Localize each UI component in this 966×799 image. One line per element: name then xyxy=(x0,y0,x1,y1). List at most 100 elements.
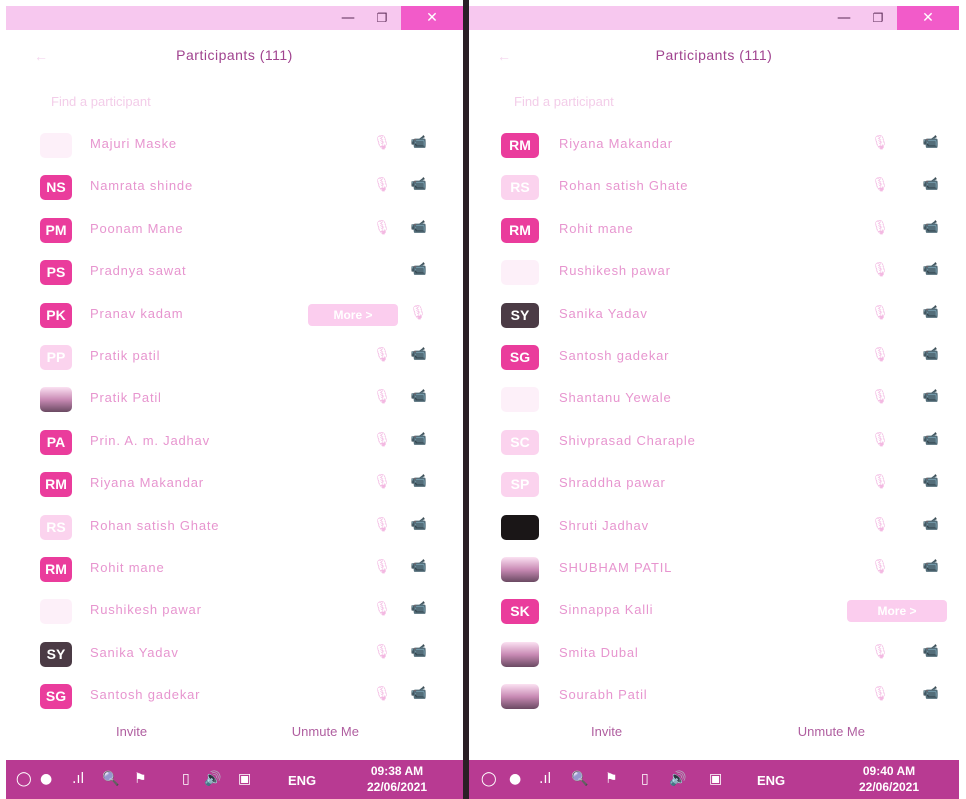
participant-row[interactable]: SG Santosh gadekar 🎙 📹 xyxy=(469,336,959,378)
volume-icon[interactable]: 🔊 xyxy=(204,771,221,787)
video-off-icon: 📹 xyxy=(410,643,427,659)
invite-button[interactable]: Invite xyxy=(591,724,622,739)
clock-date: 22/06/2021 xyxy=(366,780,428,794)
participant-row[interactable]: Pratik Patil 🎙 📹 xyxy=(6,378,463,420)
cortana-circle-icon[interactable]: ● xyxy=(40,771,52,787)
participant-row[interactable]: PP Pratik patil 🎙 📹 xyxy=(6,336,463,378)
muted-mic-icon: 🎙 xyxy=(871,347,889,363)
unmute-me-button[interactable]: Unmute Me xyxy=(292,724,359,739)
participants-panel-right: — ❐ ✕ ← Participants (111) Find a partic… xyxy=(469,6,959,758)
panel-title: Participants (111) xyxy=(655,47,773,63)
participant-row[interactable]: Rushikesh pawar 🎙 📹 xyxy=(469,251,959,293)
video-off-icon: 📹 xyxy=(922,516,939,532)
avatar: RS xyxy=(40,514,72,540)
participant-row[interactable]: RM Rohit mane 🎙 📹 xyxy=(6,548,463,590)
muted-mic-icon: 🎙 xyxy=(871,219,889,236)
start-icon[interactable]: ◯ xyxy=(16,771,32,787)
video-off-icon: 📹 xyxy=(922,135,939,150)
maximize-button[interactable]: ❐ xyxy=(861,6,895,30)
windows-taskbar-right: ◯ ● .ıl 🔍 ⚑ ▯ 🔊 ▣ ENG 09:40 AM 22/06/202… xyxy=(469,760,959,799)
battery-icon: ▯ xyxy=(182,771,190,787)
avatar xyxy=(501,641,539,667)
flag-icon[interactable]: ⚑ xyxy=(134,771,147,787)
participant-row[interactable]: RM Riyana Makandar 🎙 📹 xyxy=(469,124,959,166)
participant-name: Pratik patil xyxy=(90,348,161,363)
clock[interactable]: 09:38 AM 22/06/2021 xyxy=(352,763,442,795)
participant-row[interactable]: RS Rohan satish Ghate 🎙 📹 xyxy=(469,166,959,208)
unmute-me-button[interactable]: Unmute Me xyxy=(798,724,865,739)
more-button[interactable]: More > xyxy=(308,303,398,326)
participant-row[interactable]: RM Rohit mane 🎙 📹 xyxy=(469,209,959,251)
muted-mic-icon: 🎙 xyxy=(373,559,391,575)
notification-icon[interactable]: ▣ xyxy=(238,771,251,787)
participant-name: Pratik Patil xyxy=(90,390,162,406)
avatar: NS xyxy=(40,175,72,201)
close-button[interactable]: ✕ xyxy=(897,6,959,30)
participant-name: Smita Dubal xyxy=(559,644,639,660)
maximize-button[interactable]: ❐ xyxy=(365,6,399,30)
video-off-icon: 📹 xyxy=(410,219,427,235)
search-icon[interactable]: 🔍 xyxy=(571,771,588,787)
clock[interactable]: 09:40 AM 22/06/2021 xyxy=(839,763,939,795)
participant-row[interactable]: Shantanu Yewale 🎙 📹 xyxy=(469,378,959,420)
participant-row[interactable]: Rushikesh pawar 🎙 📹 xyxy=(6,590,463,632)
flag-icon[interactable]: ⚑ xyxy=(605,771,618,787)
video-off-icon: 📹 xyxy=(410,516,427,532)
signal-icon: .ıl xyxy=(539,771,552,787)
participant-row[interactable]: SG Santosh gadekar 🎙 📹 xyxy=(6,675,463,717)
video-off-icon: 📹 xyxy=(922,304,939,320)
notification-icon[interactable]: ▣ xyxy=(709,771,722,787)
participant-row[interactable]: RS Rohan satish Ghate 🎙 📹 xyxy=(6,506,463,548)
participant-row[interactable]: PA Prin. A. m. Jadhav 🎙 📹 xyxy=(6,421,463,463)
participant-row[interactable]: Sourabh Patil 🎙 📹 xyxy=(469,675,959,717)
video-off-icon: 📹 xyxy=(410,177,427,193)
panel-footer: Invite Unmute Me xyxy=(469,724,959,744)
participant-row[interactable]: Shruti Jadhav 🎙 📹 xyxy=(469,506,959,548)
participant-name: Rushikesh pawar xyxy=(90,602,202,618)
search-icon[interactable]: 🔍 xyxy=(102,771,119,787)
language-indicator[interactable]: ENG xyxy=(757,773,785,788)
window-titlebar: — ❐ ✕ xyxy=(469,6,959,30)
language-indicator[interactable]: ENG xyxy=(288,773,316,788)
video-off-icon: 📹 xyxy=(922,559,939,574)
muted-mic-icon: 🎙 xyxy=(871,516,889,533)
participant-name: SHUBHAM PATIL xyxy=(559,560,673,575)
video-off-icon: 📹 xyxy=(922,219,939,235)
participant-row[interactable]: PM Poonam Mane 🎙 📹 xyxy=(6,209,463,251)
search-participant-input[interactable]: Find a participant xyxy=(514,94,614,116)
participant-row[interactable]: NS Namrata shinde 🎙 📹 xyxy=(6,166,463,208)
video-off-icon: 📹 xyxy=(922,474,939,490)
search-participant-input[interactable]: Find a participant xyxy=(51,94,151,116)
participant-row[interactable]: PS Pradnya sawat 📹 xyxy=(6,251,463,293)
video-off-icon: 📹 xyxy=(410,347,427,362)
minimize-button[interactable]: — xyxy=(827,6,861,30)
more-button[interactable]: More > xyxy=(847,600,947,623)
participant-row[interactable]: Smita Dubal 🎙 📹 xyxy=(469,633,959,675)
start-icon[interactable]: ◯ xyxy=(481,771,497,787)
participant-row[interactable]: SHUBHAM PATIL 🎙 📹 xyxy=(469,548,959,590)
participant-row[interactable]: SK Sinnappa Kalli More > xyxy=(469,590,959,632)
participant-name: Santosh gadekar xyxy=(90,687,201,703)
clock-date: 22/06/2021 xyxy=(858,780,920,794)
close-button[interactable]: ✕ xyxy=(401,6,463,30)
cortana-circle-icon[interactable]: ● xyxy=(509,771,521,787)
participant-row[interactable]: SY Sanika Yadav 🎙 📹 xyxy=(469,294,959,336)
avatar xyxy=(40,133,72,158)
participant-row[interactable]: Majuri Maske 🎙 📹 xyxy=(6,124,463,166)
minimize-button[interactable]: — xyxy=(331,6,365,30)
participant-name: Rushikesh pawar xyxy=(559,263,671,279)
participant-row[interactable]: SC Shivprasad Charaple 🎙 📹 xyxy=(469,421,959,463)
participant-row[interactable]: RM Riyana Makandar 🎙 📹 xyxy=(6,463,463,505)
invite-button[interactable]: Invite xyxy=(116,724,147,739)
participant-name: Shivprasad Charaple xyxy=(559,432,696,448)
participant-name: Sourabh Patil xyxy=(559,687,648,703)
window-titlebar: — ❐ ✕ xyxy=(6,6,463,30)
participant-name: Shantanu Yewale xyxy=(559,390,672,406)
participant-row[interactable]: SP Shraddha pawar 🎙 📹 xyxy=(469,463,959,505)
participant-row[interactable]: SY Sanika Yadav 🎙 📹 xyxy=(6,633,463,675)
video-off-icon: 📹 xyxy=(922,389,939,405)
volume-icon[interactable]: 🔊 xyxy=(669,771,686,787)
avatar: SY xyxy=(40,641,72,667)
participant-name: Rohan satish Ghate xyxy=(559,178,689,194)
participant-row[interactable]: PK Pranav kadam 🎙 More > xyxy=(6,294,463,336)
